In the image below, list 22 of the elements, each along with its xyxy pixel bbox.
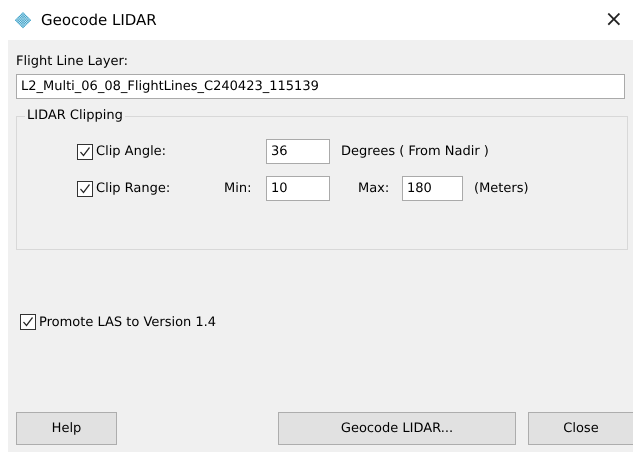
field-label: Flight Line Layer: [16, 54, 130, 69]
max-field[interactable]: 180 [402, 176, 463, 201]
checkbox[interactable] [77, 180, 93, 196]
group-title: LIDAR Clipping [25, 108, 125, 123]
checkbox-label: Clip Angle: [96, 144, 168, 159]
checkbox-label: Promote LAS to Version 1.4 [39, 314, 216, 330]
window-title: Geocode LIDAR [41, 11, 157, 29]
flight-line-layer-field[interactable]: L2_Multi_06_08_FlightLines_C240423_115139 [16, 74, 625, 99]
unit-label: (Meters) [474, 181, 529, 196]
checkbox[interactable] [20, 314, 36, 330]
unit-label: Degrees ( From Nadir ) [341, 144, 489, 159]
app-logo-icon [14, 11, 32, 29]
close-button[interactable]: × [600, 9, 627, 31]
dialog-button[interactable]: Help [16, 412, 117, 445]
field-label: Max: [358, 181, 390, 196]
checkbox[interactable] [77, 144, 93, 160]
min-field[interactable]: 10 [266, 176, 330, 201]
field-label: Min: [224, 181, 252, 196]
dialog-button[interactable]: Geocode LIDAR... [278, 412, 516, 445]
clip-angle-field[interactable]: 36 [266, 139, 330, 164]
dialog-button[interactable]: Close [528, 412, 633, 445]
checkbox-label: Clip Range: [96, 181, 172, 196]
